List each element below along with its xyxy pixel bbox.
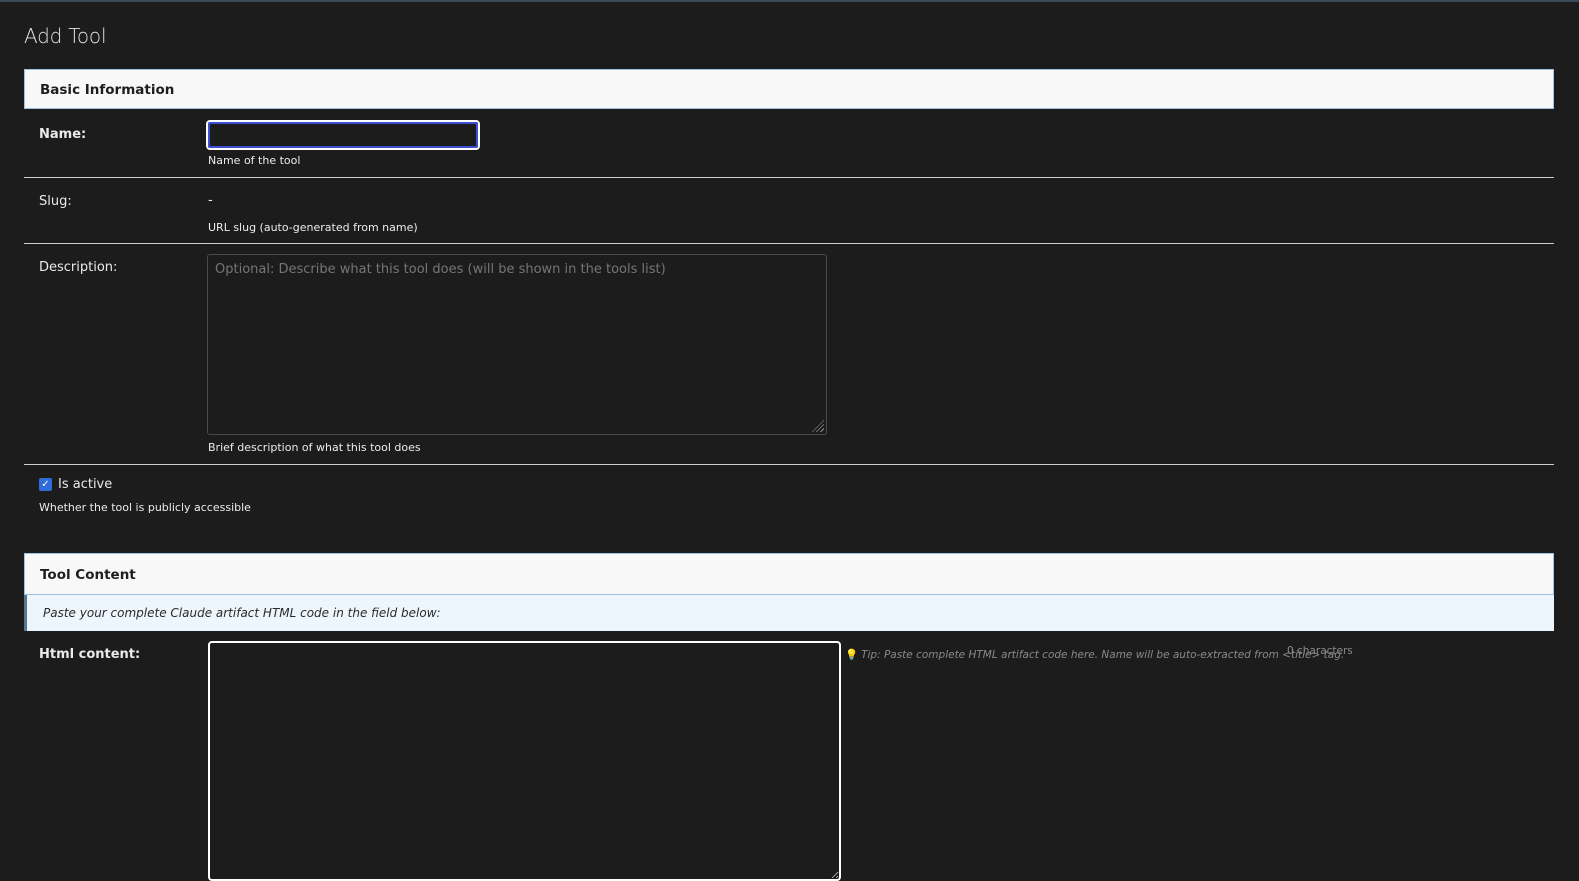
description-label: Description: xyxy=(39,260,118,275)
is-active-help-text: Whether the tool is publicly accessible xyxy=(39,501,251,514)
row-divider xyxy=(24,243,1554,244)
name-help-text: Name of the tool xyxy=(208,154,301,167)
page-title: Add Tool xyxy=(24,24,107,48)
checkmark-icon: ✓ xyxy=(41,479,50,490)
slug-value: - xyxy=(208,193,213,208)
slug-label: Slug: xyxy=(39,194,72,209)
html-content-textarea[interactable] xyxy=(208,641,841,881)
html-content-label: Html content: xyxy=(39,647,141,662)
tool-content-header: Tool Content xyxy=(24,553,1554,595)
description-textarea[interactable] xyxy=(207,254,827,435)
row-divider xyxy=(24,464,1554,465)
name-input[interactable] xyxy=(206,120,480,150)
row-divider xyxy=(24,177,1554,178)
html-content-tip: 💡 Tip: Paste complete HTML artifact code … xyxy=(845,648,1344,661)
is-active-checkbox[interactable]: ✓ xyxy=(39,478,52,491)
is-active-label[interactable]: Is active xyxy=(58,477,112,492)
top-accent-bar xyxy=(0,0,1579,2)
lightbulb-icon: 💡 xyxy=(845,649,859,661)
description-help-text: Brief description of what this tool does xyxy=(208,441,421,454)
slug-help-text: URL slug (auto-generated from name) xyxy=(208,221,418,234)
info-banner: Paste your complete Claude artifact HTML… xyxy=(24,595,1554,631)
name-label: Name: xyxy=(39,127,87,142)
basic-information-header: Basic Information xyxy=(24,69,1554,109)
character-count: 0 characters xyxy=(1287,645,1353,657)
tip-text: Tip: Paste complete HTML artifact code h… xyxy=(861,649,1345,661)
